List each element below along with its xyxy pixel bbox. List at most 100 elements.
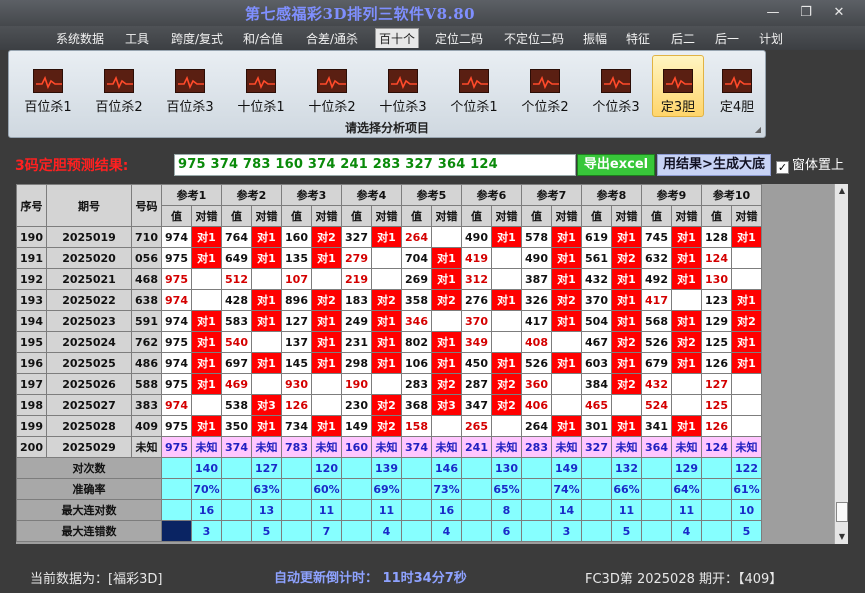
menu-item-12[interactable]: 计划	[757, 29, 785, 49]
cell-value: 419	[461, 247, 492, 269]
menu-item-10[interactable]: 后二	[669, 29, 697, 49]
stats-blank-cell	[461, 457, 492, 479]
ribbon-expand-icon[interactable]: ◢	[755, 125, 761, 134]
cell-value: 128	[701, 226, 732, 248]
ribbon-button-0[interactable]: 百位杀1	[17, 55, 79, 117]
ribbon-button-5[interactable]: 十位杀3	[372, 55, 434, 117]
cell-hit: 对1	[671, 310, 702, 332]
ribbon-button-1[interactable]: 百位杀2	[88, 55, 150, 117]
generate-base-button[interactable]: 用结果>生成大底	[657, 154, 771, 176]
ribbon-button-6[interactable]: 个位杀1	[443, 55, 505, 117]
stats-label: 最大连错数	[16, 520, 162, 542]
table-row[interactable]: 199 2025028 409 975 对1 350 对1 734 对1 149 对2 158 265 2…	[16, 415, 762, 437]
close-icon[interactable]: ✕	[826, 4, 852, 22]
ontop-checkbox[interactable]: ✓ 窗体置上	[776, 154, 844, 174]
cell-hit: 对1	[311, 331, 342, 353]
stats-blank-cell	[641, 478, 672, 500]
cell-value: 190	[341, 373, 372, 395]
minimize-icon[interactable]: —	[760, 4, 786, 22]
ribbon-button-label: 百位杀3	[166, 100, 214, 115]
cell-value: 975	[161, 247, 192, 269]
header-number: 号码	[131, 184, 162, 227]
cell-value: 124	[701, 247, 732, 269]
cell-hit: 对1	[551, 268, 582, 290]
vertical-scrollbar[interactable]: ▲ ▼	[834, 184, 848, 544]
stats-blank-cell	[701, 499, 732, 521]
header-hit: 对错	[431, 205, 462, 227]
prediction-row[interactable]: 200 2025029 未知 975 未知 374 未知 783 未知 160 未知 374 未知 241…	[16, 436, 762, 458]
stats-value: 69%	[371, 478, 402, 500]
table-row[interactable]: 191 2025020 056 975 对1 649 对1 135 对1 279 704 对1 419 4…	[16, 247, 762, 269]
ribbon-button-7[interactable]: 个位杀2	[514, 55, 576, 117]
menu-item-0[interactable]: 系统数据	[55, 29, 105, 49]
cell-value: 231	[341, 331, 372, 353]
chart-icon	[175, 69, 205, 93]
table-row[interactable]: 198 2025027 383 974 538 对3 126 230 对2 368 对3 347 对2 4…	[16, 394, 762, 416]
checkbox-icon[interactable]: ✓	[776, 161, 789, 174]
cell-period: 2025028	[46, 415, 132, 437]
menu-item-11[interactable]: 后一	[713, 29, 741, 49]
ribbon-button-4[interactable]: 十位杀2	[301, 55, 363, 117]
cell-hit	[191, 268, 222, 290]
cell-hit: 对1	[551, 226, 582, 248]
menu-item-3[interactable]: 和/合值	[241, 29, 285, 49]
ribbon-button-2[interactable]: 百位杀3	[159, 55, 221, 117]
scroll-thumb[interactable]	[836, 502, 848, 522]
table-row[interactable]: 195 2025024 762 975 对1 540 137 对1 231 对1 802 对1 349 4…	[16, 331, 762, 353]
stats-blank-cell	[341, 478, 372, 500]
stats-blank-cell	[641, 499, 672, 521]
restore-icon[interactable]: ❐	[793, 4, 819, 22]
cell-value: 896	[281, 289, 312, 311]
stats-blank-cell	[161, 478, 192, 500]
header-hit: 对错	[671, 205, 702, 227]
stats-blank-cell	[221, 457, 252, 479]
cell-hit: 对1	[251, 247, 282, 269]
cell-value: 327	[341, 226, 372, 248]
cell-value: 540	[221, 331, 252, 353]
cell-value: 135	[281, 247, 312, 269]
ribbon-button-8[interactable]: 个位杀3	[585, 55, 647, 117]
table-row[interactable]: 192 2025021 468 975 512 107 219 269 对1 312 387 对1 43…	[16, 268, 762, 290]
menu-item-4[interactable]: 合差/通杀	[303, 29, 361, 49]
ribbon-button-3[interactable]: 十位杀1	[230, 55, 292, 117]
cell-hit	[491, 415, 522, 437]
cell-value: 360	[521, 373, 552, 395]
menu-item-6[interactable]: 定位二码	[433, 29, 485, 49]
cell-number: 056	[131, 247, 162, 269]
cell-value: 279	[341, 247, 372, 269]
cell-value: 387	[521, 268, 552, 290]
header-ref: 参考8	[581, 184, 642, 206]
chart-icon	[459, 69, 489, 93]
menu-item-5[interactable]: 百十个	[375, 28, 419, 48]
table-row[interactable]: 190 2025019 710 974 对1 764 对1 160 对2 327 对1 264 490 对…	[16, 226, 762, 248]
stats-blank-cell	[221, 499, 252, 521]
cell-value: 129	[701, 310, 732, 332]
menu-item-2[interactable]: 跨度/复式	[168, 29, 226, 49]
stats-blank-cell	[701, 457, 732, 479]
cell-value: 301	[581, 415, 612, 437]
menu-item-9[interactable]: 特征	[624, 29, 652, 49]
menu-item-7[interactable]: 不定位二码	[501, 29, 567, 49]
stats-value: 14	[551, 499, 582, 521]
table-row[interactable]: 196 2025025 486 974 对1 697 对1 145 对1 298 对1 106 对1 45…	[16, 352, 762, 374]
header-value: 值	[281, 205, 312, 227]
cell-hit: 对1	[311, 247, 342, 269]
menu-item-1[interactable]: 工具	[122, 29, 152, 49]
result-field[interactable]: 975 374 783 160 374 241 283 327 364 124	[174, 154, 576, 176]
scroll-up-icon[interactable]: ▲	[835, 184, 849, 198]
cell-hit	[551, 394, 582, 416]
table-row[interactable]: 194 2025023 591 974 对1 583 对1 127 对1 249 对1 346 370 4…	[16, 310, 762, 332]
cell-hit	[431, 415, 462, 437]
stats-value: 7	[311, 520, 342, 542]
ribbon-button-9[interactable]: 定3胆	[652, 55, 704, 117]
cell-hit: 对2	[491, 394, 522, 416]
stats-value: 11	[611, 499, 642, 521]
export-excel-button[interactable]: 导出excel	[577, 154, 655, 176]
ribbon-button-10[interactable]: 定4胆	[711, 55, 763, 117]
table-row[interactable]: 193 2025022 638 974 428 对1 896 对2 183 对2 358 对2 276 对…	[16, 289, 762, 311]
scroll-down-icon[interactable]: ▼	[835, 530, 849, 544]
menu-item-8[interactable]: 振幅	[581, 29, 609, 49]
chart-icon	[33, 69, 63, 93]
table-row[interactable]: 197 2025026 588 975 对1 469 930 190 283 对2 287 对2 360…	[16, 373, 762, 395]
header-ref: 参考2	[221, 184, 282, 206]
